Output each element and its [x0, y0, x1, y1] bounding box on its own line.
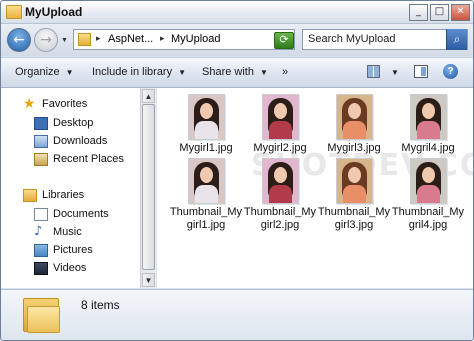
- star-icon: ★: [23, 96, 36, 112]
- breadcrumb-aspnet[interactable]: AspNet...: [108, 33, 153, 45]
- nav-recent-places-label: Recent Places: [53, 153, 124, 165]
- desktop-icon: [34, 117, 48, 130]
- organize-menu[interactable]: Organize ▼: [15, 66, 74, 78]
- more-commands-button[interactable]: »: [282, 66, 288, 78]
- item-count: 8 items: [81, 298, 120, 312]
- libraries-icon: [23, 189, 37, 202]
- preview-pane-icon[interactable]: [414, 65, 428, 78]
- search-input[interactable]: Search MyUpload ⌕: [302, 29, 468, 50]
- file-name: Mygirl3.jpg: [327, 142, 381, 154]
- pictures-icon: [34, 244, 48, 257]
- file-item[interactable]: Mygril4.jpg: [391, 94, 465, 155]
- organize-label: Organize: [15, 66, 60, 78]
- nav-downloads-label: Downloads: [53, 135, 108, 147]
- file-list: SHOTDEV.COM Mygirl1.jpg Mygirl2.jpg Mygi…: [157, 88, 473, 288]
- nav-pictures-label: Pictures: [53, 244, 93, 256]
- window-title: MyUpload: [25, 5, 83, 19]
- forward-button[interactable]: →: [34, 28, 58, 52]
- image-thumbnail: [409, 158, 447, 204]
- videos-icon: [34, 262, 48, 275]
- file-item[interactable]: Thumbnail_Mygirl2.jpg: [243, 158, 317, 232]
- image-thumbnail: [261, 94, 299, 140]
- folder-icon: [6, 5, 22, 19]
- nav-libraries-label: Libraries: [42, 189, 85, 201]
- chevron-down-icon: ▼: [391, 68, 399, 77]
- change-view-icon[interactable]: [367, 65, 380, 78]
- breadcrumb-separator[interactable]: ▸: [96, 33, 101, 44]
- share-with-label: Share with: [202, 66, 254, 78]
- nav-videos-label: Videos: [53, 262, 87, 274]
- close-button[interactable]: ✕: [451, 4, 470, 21]
- navigation-pane: ★ Favorites Desktop Downloads Recent Pla…: [1, 88, 140, 288]
- nav-favorites-label: Favorites: [42, 98, 88, 110]
- breadcrumb-myupload[interactable]: MyUpload: [171, 33, 221, 45]
- search-placeholder: Search MyUpload: [308, 33, 396, 45]
- image-thumbnail: [187, 94, 225, 140]
- nav-music-label: Music: [53, 226, 82, 238]
- image-thumbnail: [261, 158, 299, 204]
- refresh-button[interactable]: ⟳: [274, 32, 294, 49]
- file-item[interactable]: Thumbnail_Mygirl3.jpg: [317, 158, 391, 232]
- minimize-button[interactable]: _: [409, 4, 428, 21]
- view-options-dropdown[interactable]: ▼: [391, 66, 399, 78]
- maximize-button[interactable]: □: [430, 4, 449, 21]
- help-icon[interactable]: ?: [443, 64, 458, 79]
- title-bar[interactable]: MyUpload _ □ ✕: [1, 1, 473, 24]
- file-name: Thumbnail_Mygirl2.jpg: [243, 206, 317, 231]
- file-name: Mygirl1.jpg: [179, 142, 233, 154]
- file-name: Mygirl2.jpg: [253, 142, 307, 154]
- documents-icon: [34, 208, 48, 221]
- nav-scrollbar[interactable]: ▲ ▼: [140, 88, 156, 288]
- address-bar[interactable]: ▸ AspNet... ▸ MyUpload ▾: [73, 29, 295, 50]
- recent-places-icon: [34, 153, 48, 166]
- include-in-library-menu[interactable]: Include in library ▼: [92, 66, 186, 78]
- address-row: ← → ▼ ▸ AspNet... ▸ MyUpload ▾ ⟳ Search …: [1, 24, 473, 56]
- file-name: Thumbnail_Mygril4.jpg: [391, 206, 465, 231]
- image-thumbnail: [335, 94, 373, 140]
- scroll-up-arrow-icon[interactable]: ▲: [142, 89, 155, 103]
- downloads-icon: [34, 135, 48, 148]
- chevron-down-icon: ▼: [65, 68, 74, 77]
- back-button[interactable]: ←: [7, 28, 31, 52]
- command-bar: Organize ▼ Include in library ▼ Share with…: [1, 57, 473, 88]
- file-item[interactable]: Mygirl3.jpg: [317, 94, 391, 155]
- file-item[interactable]: Mygirl1.jpg: [169, 94, 243, 155]
- file-name: Thumbnail_Mygirl1.jpg: [169, 206, 243, 231]
- details-pane: 8 items: [1, 289, 473, 340]
- file-name: Mygril4.jpg: [401, 142, 455, 154]
- chevron-down-icon: ▼: [259, 68, 268, 77]
- image-thumbnail: [409, 94, 447, 140]
- image-thumbnail: [187, 158, 225, 204]
- folder-icon: [23, 298, 60, 333]
- recent-pages-dropdown[interactable]: ▼: [61, 37, 68, 44]
- chevron-down-icon: ▼: [178, 68, 187, 77]
- file-item[interactable]: Thumbnail_Mygirl1.jpg: [169, 158, 243, 232]
- search-icon[interactable]: ⌕: [446, 29, 467, 50]
- scroll-down-arrow-icon[interactable]: ▼: [142, 273, 155, 287]
- folder-icon: [78, 33, 91, 46]
- include-in-library-label: Include in library: [92, 66, 173, 78]
- file-item[interactable]: Thumbnail_Mygril4.jpg: [391, 158, 465, 232]
- explorer-window: MyUpload _ □ ✕ ← → ▼ ▸ AspNet... ▸ MyUpl…: [0, 0, 474, 341]
- file-name: Thumbnail_Mygirl3.jpg: [317, 206, 391, 231]
- breadcrumb-separator[interactable]: ▸: [160, 33, 165, 44]
- image-thumbnail: [335, 158, 373, 204]
- file-item[interactable]: Mygirl2.jpg: [243, 94, 317, 155]
- music-icon: ♪: [34, 224, 43, 239]
- nav-desktop-label: Desktop: [53, 117, 94, 129]
- nav-documents-label: Documents: [53, 208, 109, 220]
- share-with-menu[interactable]: Share with ▼: [202, 66, 268, 78]
- window-controls: _ □ ✕: [409, 4, 470, 21]
- scrollbar-thumb[interactable]: [142, 104, 155, 270]
